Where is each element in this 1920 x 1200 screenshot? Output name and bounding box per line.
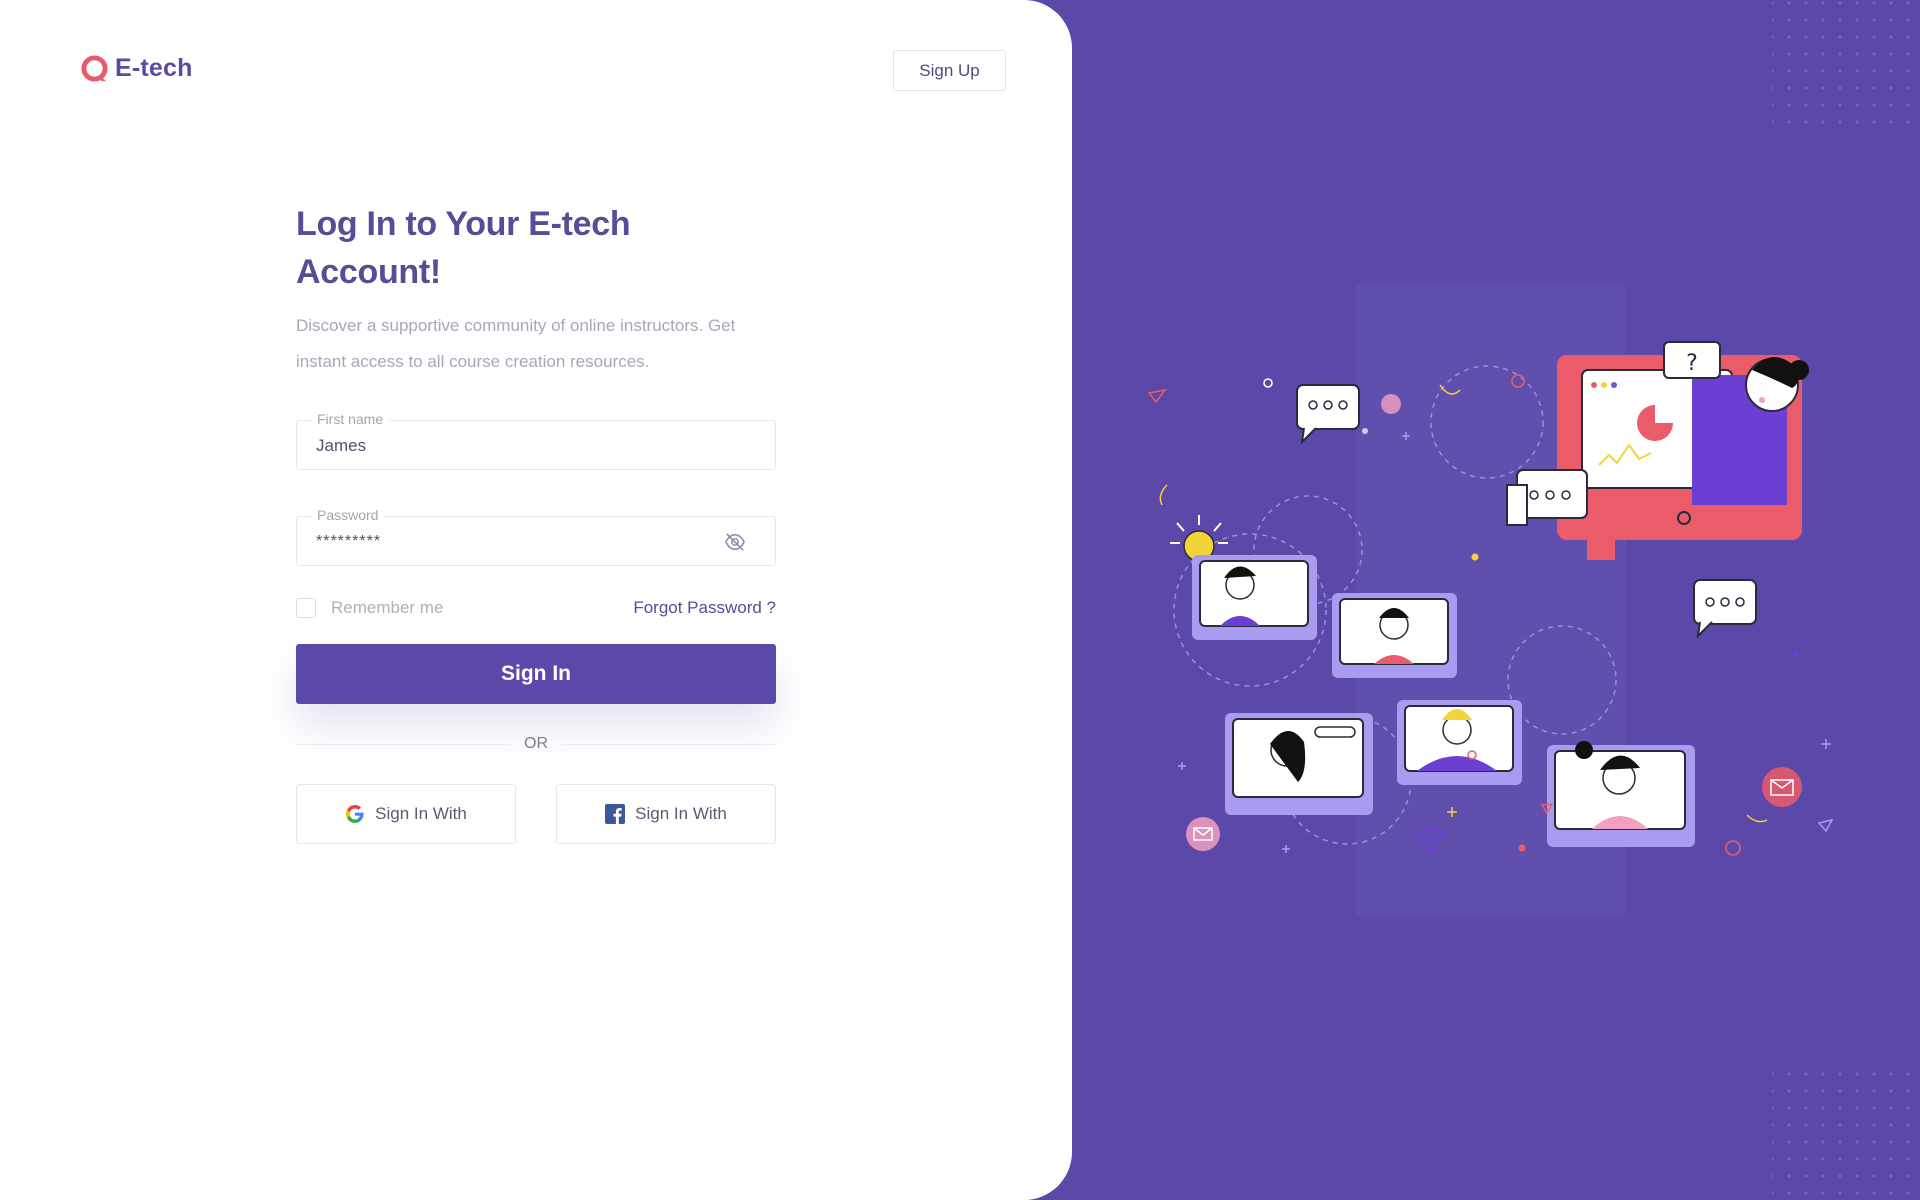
first-name-label: First name	[311, 411, 390, 427]
signup-button[interactable]: Sign Up	[893, 50, 1006, 91]
remember-checkbox[interactable]	[296, 598, 316, 618]
online-education-illustration: ?	[1147, 0, 1920, 1200]
chat-bubble	[1296, 384, 1360, 445]
page-subtitle: Discover a supportive community of onlin…	[296, 316, 736, 371]
mail-icon	[1186, 817, 1220, 851]
divider-line-left	[296, 743, 510, 745]
signin-button[interactable]: Sign In	[296, 644, 776, 704]
google-signin-label: Sign In With	[375, 804, 467, 823]
password-label: Password	[311, 507, 385, 523]
login-panel: E-tech Sign Up Log In to Your E-tech Acc…	[0, 0, 1072, 1200]
chat-bubble	[1506, 469, 1588, 526]
facebook-icon	[605, 804, 626, 824]
student-video-tile	[1225, 713, 1373, 815]
brand-name: E-tech	[115, 54, 193, 82]
mail-icon	[1381, 394, 1401, 414]
eye-off-icon[interactable]	[724, 532, 746, 552]
google-signin-button[interactable]: Sign In With	[296, 784, 516, 844]
social-signin-row: Sign In With Sign In With	[296, 784, 776, 844]
password-input[interactable]: *********	[316, 533, 716, 551]
remember-me[interactable]: Remember me	[296, 598, 443, 618]
svg-text:?: ?	[1686, 351, 1698, 376]
remember-row: Remember me Forgot Password ?	[296, 596, 776, 620]
forgot-password-link[interactable]: Forgot Password ?	[633, 598, 776, 618]
chat-bubble	[1693, 579, 1757, 639]
google-icon	[346, 805, 364, 823]
page-title: Log In to Your E-tech Account!	[296, 205, 631, 291]
logo-mark-icon	[81, 55, 108, 82]
student-video-tile	[1192, 555, 1317, 640]
dot-grid-top	[1772, 0, 1920, 128]
mail-icon	[1762, 767, 1802, 807]
facebook-signin-label: Sign In With	[635, 804, 727, 823]
or-label: OR	[524, 735, 548, 752]
student-video-tile	[1547, 741, 1695, 847]
brand-logo[interactable]: E-tech	[80, 54, 193, 83]
student-video-tile	[1332, 593, 1457, 678]
facebook-signin-button[interactable]: Sign In With	[556, 784, 776, 844]
remember-label: Remember me	[331, 598, 444, 617]
dot-grid-bottom	[1772, 1068, 1920, 1200]
student-video-tile	[1397, 700, 1522, 785]
teacher-monitor: ?	[1557, 341, 1809, 560]
login-form: Log In to Your E-tech Account! Discover …	[296, 200, 776, 844]
first-name-field[interactable]: First name James	[296, 411, 776, 470]
first-name-input[interactable]: James	[316, 436, 716, 456]
divider-line-right	[562, 743, 776, 745]
password-field[interactable]: Password *********	[296, 507, 776, 566]
or-divider: OR	[296, 732, 776, 756]
